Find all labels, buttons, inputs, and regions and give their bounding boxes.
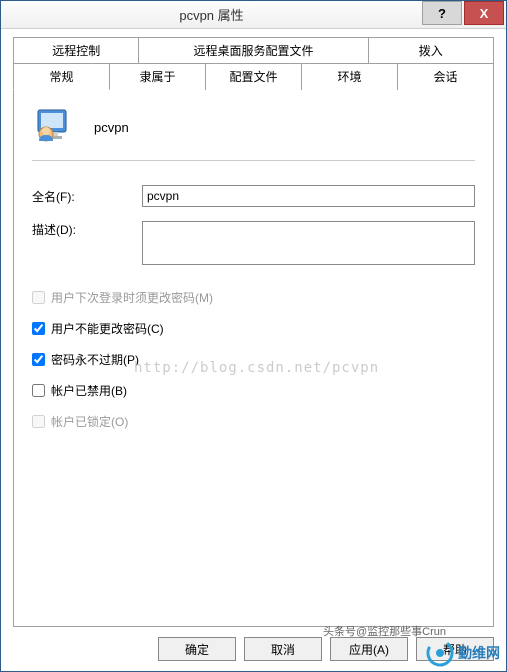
tab-dialin[interactable]: 拨入: [368, 37, 494, 64]
checkbox-must-change-password-label: 用户下次登录时须更改密码(M): [51, 289, 213, 306]
fullname-label: 全名(F):: [32, 188, 142, 205]
checkbox-group: 用户下次登录时须更改密码(M) 用户不能更改密码(C) 密码永不过期(P) 帐户…: [32, 289, 475, 430]
tab-profile[interactable]: 配置文件: [205, 63, 302, 90]
apply-button[interactable]: 应用(A): [330, 637, 408, 661]
checkbox-password-never-expires-label: 密码永不过期(P): [51, 351, 139, 368]
checkbox-cannot-change-password-label: 用户不能更改密码(C): [51, 320, 164, 337]
checkbox-must-change-password-input: [32, 291, 45, 304]
checkbox-password-never-expires[interactable]: 密码永不过期(P): [32, 351, 475, 368]
tab-general[interactable]: 常规: [13, 63, 110, 90]
ok-button[interactable]: 确定: [158, 637, 236, 661]
tab-environment[interactable]: 环境: [301, 63, 398, 90]
titlebar-buttons: ? X: [422, 1, 506, 28]
tab-remote-control[interactable]: 远程控制: [13, 37, 139, 64]
tabs-area: 远程控制 远程桌面服务配置文件 拨入 常规 隶属于 配置文件 环境 会话: [1, 29, 506, 90]
user-icon: [32, 106, 74, 148]
cancel-button[interactable]: 取消: [244, 637, 322, 661]
checkbox-account-locked: 帐户已锁定(O): [32, 413, 475, 430]
window-title: pcvpn 属性: [1, 5, 422, 24]
divider: [32, 160, 475, 161]
checkbox-must-change-password: 用户下次登录时须更改密码(M): [32, 289, 475, 306]
checkbox-password-never-expires-input[interactable]: [32, 353, 45, 366]
fullname-row: 全名(F):: [32, 185, 475, 207]
tab-remote-desktop-profile[interactable]: 远程桌面服务配置文件: [138, 37, 368, 64]
checkbox-cannot-change-password-input[interactable]: [32, 322, 45, 335]
checkbox-account-disabled-input[interactable]: [32, 384, 45, 397]
help-button-footer[interactable]: 帮助: [416, 637, 494, 661]
checkbox-account-disabled[interactable]: 帐户已禁用(B): [32, 382, 475, 399]
tab-row-front: 常规 隶属于 配置文件 环境 会话: [13, 64, 494, 90]
checkbox-account-locked-label: 帐户已锁定(O): [51, 413, 128, 430]
checkbox-cannot-change-password[interactable]: 用户不能更改密码(C): [32, 320, 475, 337]
checkbox-account-locked-input: [32, 415, 45, 428]
tab-memberof[interactable]: 隶属于: [109, 63, 206, 90]
description-row: 描述(D):: [32, 221, 475, 265]
fullname-input[interactable]: [142, 185, 475, 207]
tab-content: pcvpn 全名(F): 描述(D): http://blog.csdn.net…: [13, 90, 494, 627]
description-input[interactable]: [142, 221, 475, 265]
tab-sessions[interactable]: 会话: [397, 63, 494, 90]
tab-row-back: 远程控制 远程桌面服务配置文件 拨入: [13, 37, 494, 64]
titlebar: pcvpn 属性 ? X: [1, 1, 506, 29]
footer: 确定 取消 应用(A) 帮助: [1, 627, 506, 671]
checkbox-account-disabled-label: 帐户已禁用(B): [51, 382, 127, 399]
close-button[interactable]: X: [464, 1, 504, 25]
user-name: pcvpn: [94, 120, 129, 135]
user-header: pcvpn: [32, 106, 475, 148]
description-label: 描述(D):: [32, 221, 142, 238]
help-button[interactable]: ?: [422, 1, 462, 25]
